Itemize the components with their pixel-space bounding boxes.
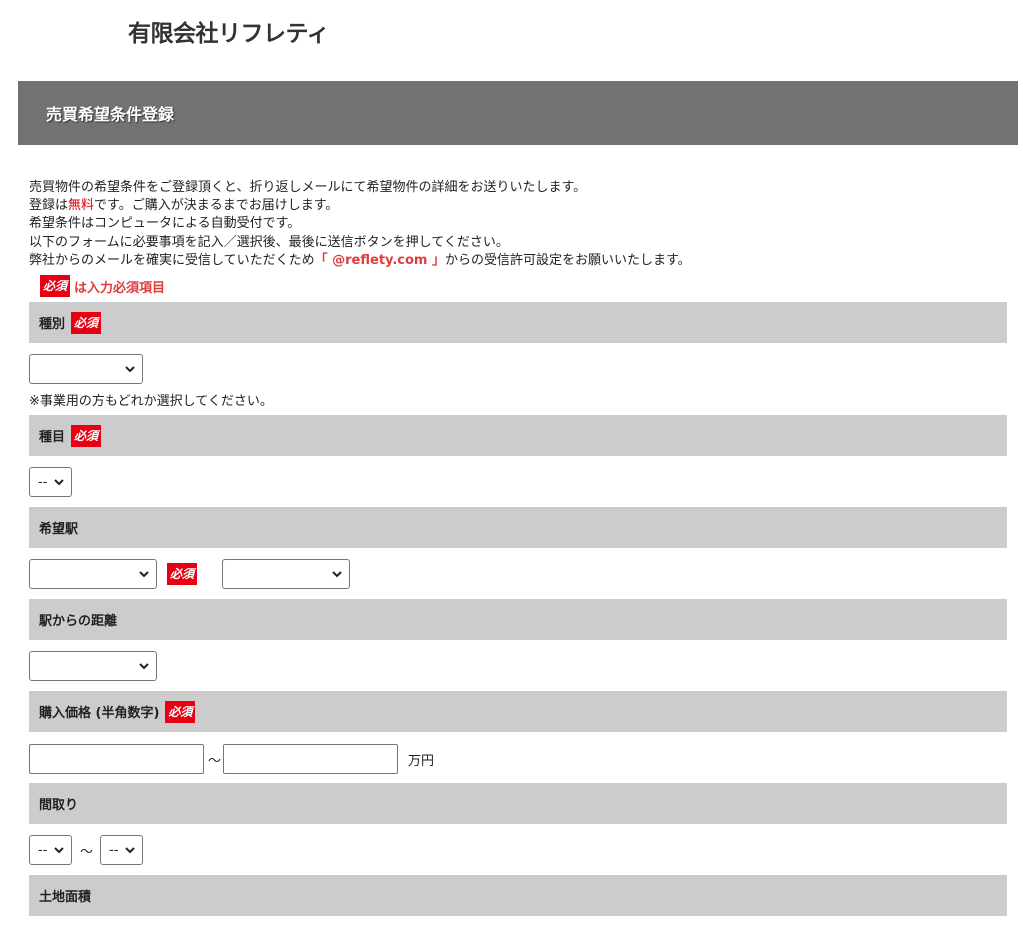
intro-text: 売買物件の希望条件をご登録頂くと、折り返しメールにて希望物件の詳細をお送りいたし… [29,179,691,270]
section-header-type: 種別 必須 [29,302,1007,343]
distance-select[interactable] [29,651,157,681]
intro-line-2: 登録は無料です。ご購入が決まるまでお届けします。 [29,198,339,214]
price-unit: 万円 [408,754,435,769]
chevron-down-icon [139,663,149,670]
chevron-down-icon [54,847,64,854]
range-separator: ～ [80,845,94,860]
type-select[interactable] [29,354,143,384]
intro-line-1: 売買物件の希望条件をご登録頂くと、折り返しメールにて希望物件の詳細をお送りいたし… [29,180,587,195]
line-select[interactable] [29,559,157,589]
company-name: 有限会社リフレティ [128,21,330,47]
intro-line-5: 弊社からのメールを確実に受信していただくため「 @reflety.com 」から… [29,252,691,268]
required-badge: 必須 [71,311,102,334]
section-header-distance: 駅からの距離 [29,599,1007,640]
intro-line-4: 以下のフォームに必要事項を記入／選択後、最後に送信ボタンを押してください。 [29,234,509,250]
required-badge: 必須 [71,424,102,447]
section-header-category: 種目 必須 [29,415,1007,456]
layout-min-select[interactable]: -- [29,835,72,865]
intro-line-3: 希望条件はコンピュータによる自動受付です。 [29,216,301,232]
required-badge: 必須 [167,563,198,585]
price-min-input[interactable] [29,744,204,774]
required-legend: 必須 は入力必須項目 [40,275,165,297]
section-label: 種別 [39,317,66,332]
range-separator: ～ [208,754,222,769]
required-badge: 必須 [40,275,71,297]
section-label: 土地面積 [39,890,92,905]
page-title: 売買希望条件登録 [46,105,175,124]
section-label: 種目 [39,430,66,445]
required-badge: 必須 [165,700,196,723]
section-header-layout: 間取り [29,783,1007,824]
chevron-down-icon [125,366,135,373]
chevron-down-icon [332,571,342,578]
free-highlight: 無料 [68,198,95,214]
price-max-input[interactable] [223,744,398,774]
section-label: 希望駅 [39,522,79,537]
section-header-price: 購入価格 (半角数字) 必須 [29,691,1007,732]
chevron-down-icon [125,847,135,854]
section-header-station: 希望駅 [29,507,1007,548]
station-select[interactable] [222,559,350,589]
type-note: ※事業用の方もどれか選択してください。 [29,394,273,409]
section-label: 駅からの距離 [39,614,118,629]
chevron-down-icon [139,571,149,578]
section-label: 間取り [39,798,79,813]
section-label: 購入価格 (半角数字) [39,706,160,721]
chevron-down-icon [54,479,64,486]
email-domain: 「 @reflety.com 」 [314,252,445,268]
required-legend-text: は入力必須項目 [74,280,166,296]
layout-max-select[interactable]: -- [100,835,143,865]
section-header-land-area: 土地面積 [29,875,1007,916]
category-select[interactable]: -- [29,467,72,497]
title-banner: 売買希望条件登録 [18,81,1018,145]
